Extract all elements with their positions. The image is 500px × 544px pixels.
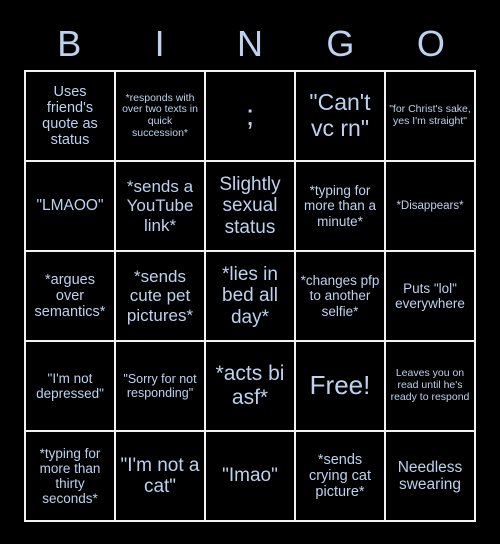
bingo-row: *typing for more than thirty seconds* "I… xyxy=(26,432,476,522)
bingo-cell-text: "Sorry for not responding" xyxy=(123,372,197,400)
bingo-cell-text: "I'm not depressed" xyxy=(36,370,104,401)
bingo-cell[interactable]: "LMAOO" xyxy=(26,162,116,252)
bingo-cell[interactable]: "for Christ's sake, yes I'm straight" xyxy=(386,72,476,162)
bingo-cell-text: *acts bi asf* xyxy=(215,362,285,409)
bingo-cell[interactable]: "Can't vc rn" xyxy=(296,72,386,162)
bingo-cell[interactable]: *changes pfp to another selfie* xyxy=(296,252,386,342)
bingo-cell-text: Needless swearing xyxy=(397,458,463,493)
bingo-cell-text: ; xyxy=(245,99,255,133)
bingo-cell-text: *typing for more than a minute* xyxy=(303,183,377,229)
bingo-cell[interactable]: Leaves you on read until he's ready to r… xyxy=(386,342,476,432)
bingo-cell-text: *sends a YouTube link* xyxy=(126,177,194,235)
bingo-row: *argues over semantics* *sends cute pet … xyxy=(26,252,476,342)
bingo-cell-text: *argues over semantics* xyxy=(34,271,106,321)
bingo-cell-text: *changes pfp to another selfie* xyxy=(300,273,380,319)
bingo-cell-text: *Disappears* xyxy=(396,199,464,212)
bingo-cell-text: "Can't vc rn" xyxy=(309,89,371,141)
bingo-cell[interactable]: *responds with over two texts in quick s… xyxy=(116,72,206,162)
bingo-row: "LMAOO" *sends a YouTube link* Slightly … xyxy=(26,162,476,252)
bingo-cell-text: "Imao" xyxy=(222,465,278,487)
bingo-cell-text: Free! xyxy=(309,370,371,401)
bingo-cell[interactable]: "Imao" xyxy=(206,432,296,522)
bingo-cell[interactable]: *sends crying cat picture* xyxy=(296,432,386,522)
bingo-cell-text: *responds with over two texts in quick s… xyxy=(122,91,198,139)
bingo-cell[interactable]: *sends a YouTube link* xyxy=(116,162,206,252)
title-letter-g: G xyxy=(326,23,355,64)
bingo-cell-text: "LMAOO" xyxy=(36,197,104,215)
bingo-cell-free[interactable]: Free! xyxy=(296,342,386,432)
bingo-cell-text: "I'm not a cat" xyxy=(120,454,200,497)
bingo-cell-text: Leaves you on read until he's ready to r… xyxy=(390,367,470,403)
bingo-cell[interactable]: ; xyxy=(206,72,296,162)
bingo-cell[interactable]: "Sorry for not responding" xyxy=(116,342,206,432)
bingo-cell-text: *sends crying cat picture* xyxy=(308,451,372,501)
bingo-cell[interactable]: *Disappears* xyxy=(386,162,476,252)
bingo-row: Uses friend's quote as status *responds … xyxy=(26,72,476,162)
bingo-cell[interactable]: *sends cute pet pictures* xyxy=(116,252,206,342)
bingo-cell-text: "for Christ's sake, yes I'm straight" xyxy=(389,103,471,127)
title-letter-b: B xyxy=(57,23,82,64)
bingo-cell[interactable]: *lies in bed all day* xyxy=(206,252,296,342)
bingo-cell[interactable]: *typing for more than a minute* xyxy=(296,162,386,252)
bingo-title: B I N G O xyxy=(24,22,476,66)
bingo-cell[interactable]: *argues over semantics* xyxy=(26,252,116,342)
bingo-cell[interactable]: Needless swearing xyxy=(386,432,476,522)
bingo-cell-text: *lies in bed all day* xyxy=(222,264,278,328)
bingo-cell[interactable]: "I'm not a cat" xyxy=(116,432,206,522)
bingo-cell[interactable]: Puts "lol" everywhere xyxy=(386,252,476,342)
title-letter-n: N xyxy=(237,23,264,64)
bingo-cell-text: *typing for more than thirty seconds* xyxy=(39,445,101,507)
title-letter-i: I xyxy=(154,23,165,64)
bingo-row: "I'm not depressed" "Sorry for not respo… xyxy=(26,342,476,432)
title-letter-o: O xyxy=(416,23,445,64)
bingo-cell[interactable]: *acts bi asf* xyxy=(206,342,296,432)
bingo-cell[interactable]: Uses friend's quote as status xyxy=(26,72,116,162)
bingo-board: B I N G O Uses friend's quote as status … xyxy=(0,0,500,544)
bingo-grid: Uses friend's quote as status *responds … xyxy=(24,70,476,522)
bingo-cell-text: Puts "lol" everywhere xyxy=(395,280,465,311)
bingo-cell[interactable]: *typing for more than thirty seconds* xyxy=(26,432,116,522)
bingo-cell[interactable]: Slightly sexual status xyxy=(206,162,296,252)
bingo-cell-text: *sends cute pet pictures* xyxy=(126,267,194,325)
bingo-cell-text: Uses friend's quote as status xyxy=(42,83,98,149)
bingo-cell-text: Slightly sexual status xyxy=(219,174,281,238)
bingo-cell[interactable]: "I'm not depressed" xyxy=(26,342,116,432)
